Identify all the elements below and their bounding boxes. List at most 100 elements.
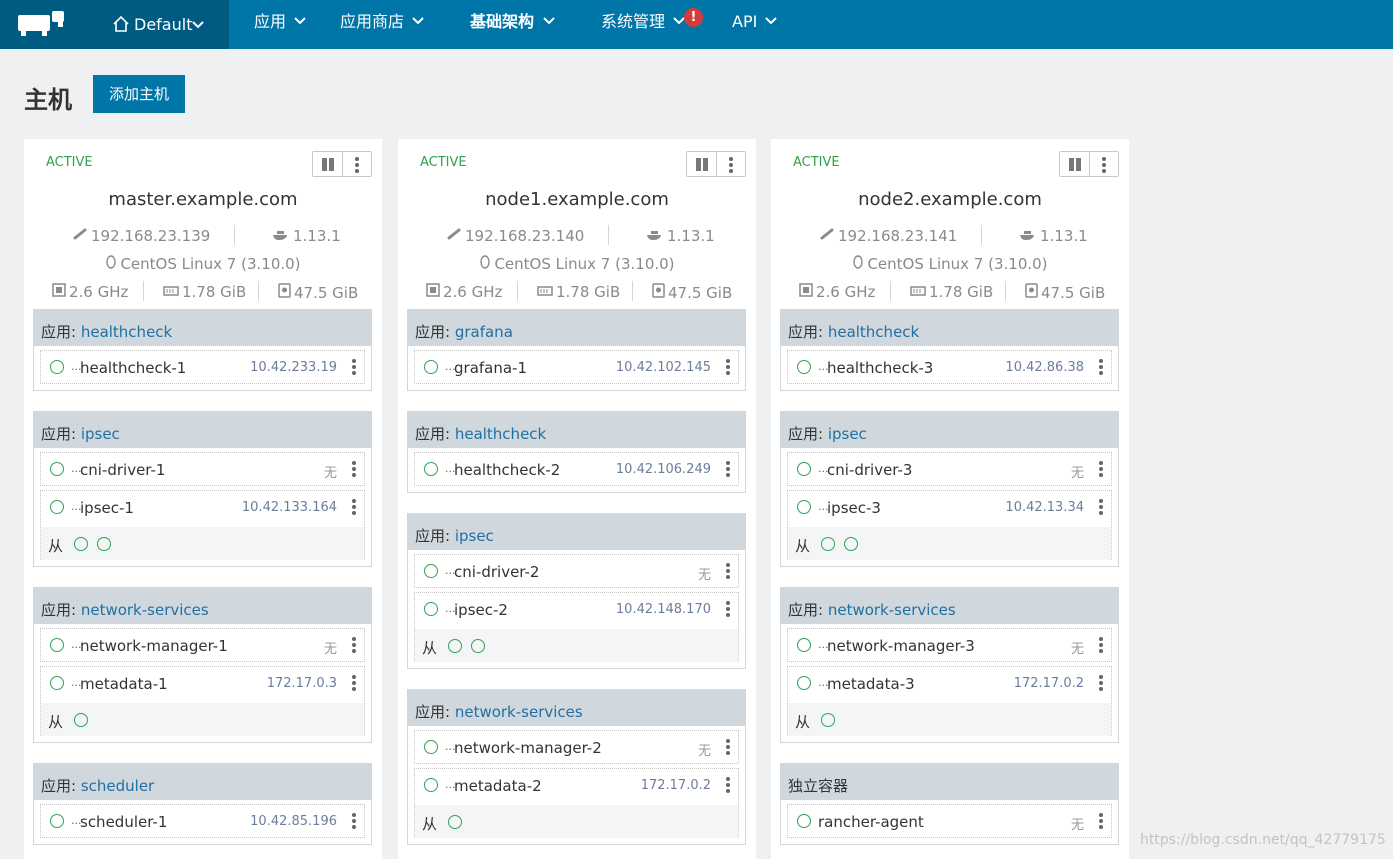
disk-icon (278, 283, 291, 302)
container-menu-icon[interactable] (1099, 675, 1103, 691)
sidekick-status-icon[interactable] (448, 639, 462, 653)
container-row[interactable]: ... network-manager-1 无 (40, 628, 365, 662)
nav-apps[interactable]: 应用 (254, 12, 306, 36)
container-row[interactable]: ... network-manager-3 无 (787, 628, 1112, 662)
container-name[interactable]: network-manager-2 (454, 739, 602, 757)
nav-api[interactable]: API (732, 12, 778, 36)
service-name-link[interactable]: healthcheck (455, 425, 546, 443)
service-name-link[interactable]: ipsec (81, 425, 120, 443)
container-menu-icon[interactable] (352, 813, 356, 829)
container-name[interactable]: healthcheck-3 (827, 359, 933, 377)
container-menu-icon[interactable] (1099, 359, 1103, 375)
container-row[interactable]: ... ipsec-1 10.42.133.164 从 (40, 490, 365, 560)
container-menu-icon[interactable] (1099, 637, 1103, 653)
more-vertical-icon[interactable] (355, 157, 359, 173)
container-menu-icon[interactable] (352, 675, 356, 691)
nav-catalog[interactable]: 应用商店 (340, 12, 424, 36)
container-row[interactable]: ... cni-driver-1 无 (40, 452, 365, 486)
container-menu-icon[interactable] (726, 461, 730, 477)
host-name[interactable]: node1.example.com (398, 189, 756, 210)
container-row[interactable]: ... metadata-2 172.17.0.2 从 (414, 768, 739, 838)
pause-button[interactable] (687, 152, 717, 176)
container-menu-icon[interactable] (726, 777, 730, 793)
container-row[interactable]: ... ipsec-3 10.42.13.34 从 (787, 490, 1112, 560)
pause-button[interactable] (1060, 152, 1090, 176)
sidekick-status-icon[interactable] (74, 537, 88, 551)
container-name[interactable]: healthcheck-1 (80, 359, 186, 377)
container-name[interactable]: healthcheck-2 (454, 461, 560, 479)
service-name-link[interactable]: network-services (81, 601, 209, 619)
container-row[interactable]: ... scheduler-1 10.42.85.196 (40, 804, 365, 838)
sidekick-status-icon[interactable] (74, 713, 88, 727)
container-name[interactable]: cni-driver-1 (80, 461, 165, 479)
sidekick-status-icon[interactable] (97, 537, 111, 551)
container-name[interactable]: network-manager-1 (80, 637, 228, 655)
container-menu-icon[interactable] (352, 461, 356, 477)
add-host-button[interactable]: 添加主机 (93, 75, 185, 113)
service-name-link[interactable]: scheduler (81, 777, 154, 795)
container-row[interactable]: ... metadata-1 172.17.0.3 从 (40, 666, 365, 736)
container-name[interactable]: metadata-3 (827, 675, 915, 693)
container-name[interactable]: ipsec-1 (80, 499, 134, 517)
host-menu-button[interactable] (1090, 152, 1118, 176)
container-name[interactable]: rancher-agent (818, 813, 924, 831)
service-name-link[interactable]: ipsec (455, 527, 494, 545)
more-vertical-icon[interactable] (1102, 157, 1106, 173)
service-name-link[interactable]: ipsec (828, 425, 867, 443)
sidekick-status-icon[interactable] (821, 713, 835, 727)
host-menu-button[interactable] (343, 152, 371, 176)
container-name[interactable]: grafana-1 (454, 359, 527, 377)
container-row[interactable]: ... network-manager-2 无 (414, 730, 739, 764)
nav-infrastructure[interactable]: 基础架构 (470, 12, 555, 36)
service-name-link[interactable]: healthcheck (828, 323, 919, 341)
container-menu-icon[interactable] (726, 739, 730, 755)
container-menu-icon[interactable] (726, 601, 730, 617)
sidekick-status-icon[interactable] (844, 537, 858, 551)
service-name-link[interactable]: network-services (455, 703, 583, 721)
host-name[interactable]: master.example.com (24, 189, 382, 210)
container-menu-icon[interactable] (1099, 461, 1103, 477)
container-row[interactable]: ... healthcheck-1 10.42.233.19 (40, 350, 365, 384)
service-name-link[interactable]: grafana (455, 323, 513, 341)
host-name[interactable]: node2.example.com (771, 189, 1129, 210)
container-row[interactable]: ... cni-driver-2 无 (414, 554, 739, 588)
container-name[interactable]: network-manager-3 (827, 637, 975, 655)
host-ram: 1.78 GiB (537, 283, 620, 301)
linux-tux-icon (479, 255, 491, 273)
container-row[interactable]: rancher-agent 无 (787, 804, 1112, 838)
container-menu-icon[interactable] (726, 359, 730, 375)
host-menu-button[interactable] (717, 152, 745, 176)
container-menu-icon[interactable] (352, 499, 356, 515)
service-name-link[interactable]: healthcheck (81, 323, 172, 341)
more-vertical-icon[interactable] (729, 157, 733, 173)
nav-admin[interactable]: 系统管理 (601, 12, 685, 36)
container-menu-icon[interactable] (352, 359, 356, 375)
container-menu-icon[interactable] (1099, 813, 1103, 829)
admin-alert-badge[interactable]: ! (684, 8, 703, 27)
container-row[interactable]: ... cni-driver-3 无 (787, 452, 1112, 486)
container-row[interactable]: ... ipsec-2 10.42.148.170 从 (414, 592, 739, 662)
environment-switcher[interactable]: Default (84, 0, 229, 49)
container-row[interactable]: ... metadata-3 172.17.0.2 从 (787, 666, 1112, 736)
container-row[interactable]: ... grafana-1 10.42.102.145 (414, 350, 739, 384)
container-name[interactable]: metadata-1 (80, 675, 168, 693)
container-name[interactable]: scheduler-1 (80, 813, 167, 831)
container-ip: 10.42.102.145 (615, 360, 711, 375)
container-menu-icon[interactable] (352, 637, 356, 653)
container-name[interactable]: metadata-2 (454, 777, 542, 795)
sidekick-status-icon[interactable] (448, 815, 462, 829)
sidekick-status-icon[interactable] (821, 537, 835, 551)
container-name[interactable]: ipsec-3 (827, 499, 881, 517)
container-row[interactable]: ... healthcheck-3 10.42.86.38 (787, 350, 1112, 384)
container-status-icon (797, 814, 811, 828)
container-name[interactable]: ipsec-2 (454, 601, 508, 619)
pause-button[interactable] (313, 152, 343, 176)
container-row[interactable]: ... healthcheck-2 10.42.106.249 (414, 452, 739, 486)
container-menu-icon[interactable] (1099, 499, 1103, 515)
service-name-link[interactable]: network-services (828, 601, 956, 619)
sidekick-status-icon[interactable] (471, 639, 485, 653)
container-menu-icon[interactable] (726, 563, 730, 579)
rancher-logo[interactable] (0, 0, 84, 49)
container-name[interactable]: cni-driver-2 (454, 563, 539, 581)
container-name[interactable]: cni-driver-3 (827, 461, 912, 479)
